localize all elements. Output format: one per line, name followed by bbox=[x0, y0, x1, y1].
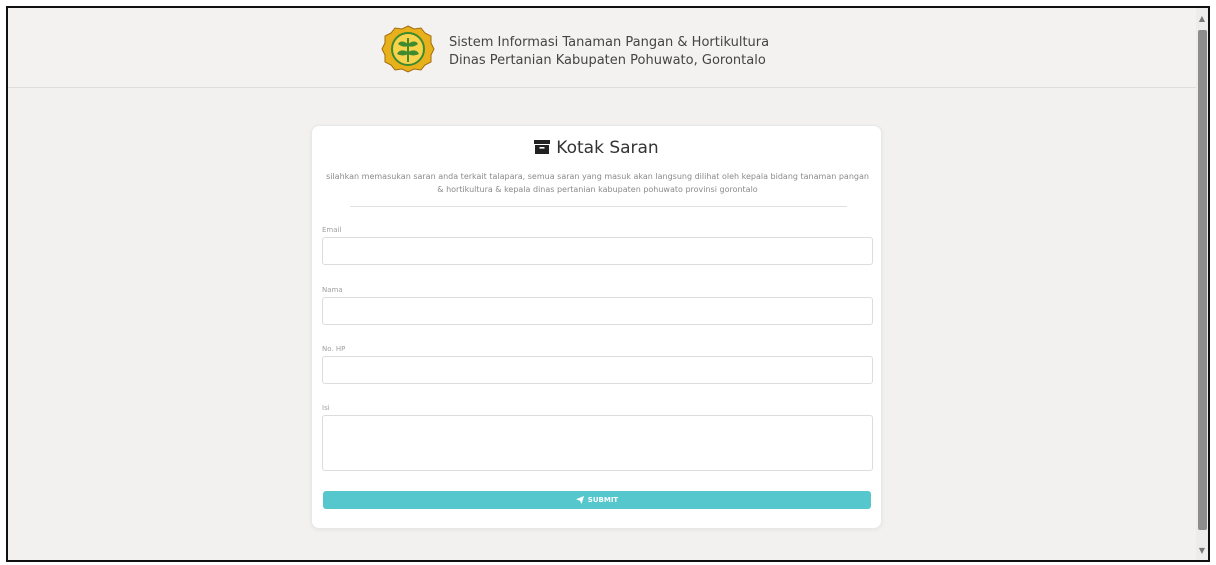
email-label: Email bbox=[322, 226, 342, 234]
paper-plane-icon bbox=[575, 496, 584, 504]
isi-textarea[interactable] bbox=[322, 415, 873, 471]
divider bbox=[350, 206, 847, 207]
form-title: Kotak Saran bbox=[312, 138, 881, 158]
nama-field[interactable] bbox=[322, 297, 873, 325]
scroll-up-arrow-icon[interactable]: ▲ bbox=[1196, 12, 1208, 26]
submit-button[interactable]: SUBMIT bbox=[323, 491, 871, 509]
browser-viewport: Sistem Informasi Tanaman Pangan & Hortik… bbox=[6, 6, 1210, 562]
hp-label: No. HP bbox=[322, 345, 346, 353]
hp-field[interactable] bbox=[322, 356, 873, 384]
form-title-text: Kotak Saran bbox=[556, 138, 659, 158]
scroll-thumb[interactable] bbox=[1198, 30, 1207, 530]
site-title-line2: Dinas Pertanian Kabupaten Pohuwato, Goro… bbox=[449, 53, 766, 68]
regency-emblem-icon bbox=[381, 25, 435, 73]
submit-button-label: SUBMIT bbox=[587, 496, 619, 504]
site-title-line1: Sistem Informasi Tanaman Pangan & Hortik… bbox=[449, 35, 770, 50]
site-title: Sistem Informasi Tanaman Pangan & Hortik… bbox=[449, 34, 769, 70]
site-header: Sistem Informasi Tanaman Pangan & Hortik… bbox=[8, 8, 1198, 88]
scroll-down-arrow-icon[interactable]: ▼ bbox=[1196, 544, 1208, 558]
vertical-scrollbar[interactable]: ▲ ▼ bbox=[1196, 8, 1208, 560]
form-intro-text: silahkan memasukan saran anda terkait ta… bbox=[326, 172, 869, 194]
feedback-form-card: Kotak Saran silahkan memasukan saran and… bbox=[311, 125, 882, 529]
nama-label: Nama bbox=[322, 286, 343, 294]
email-field[interactable] bbox=[322, 237, 873, 265]
archive-box-icon bbox=[534, 140, 551, 154]
isi-label: Isi bbox=[322, 404, 330, 412]
